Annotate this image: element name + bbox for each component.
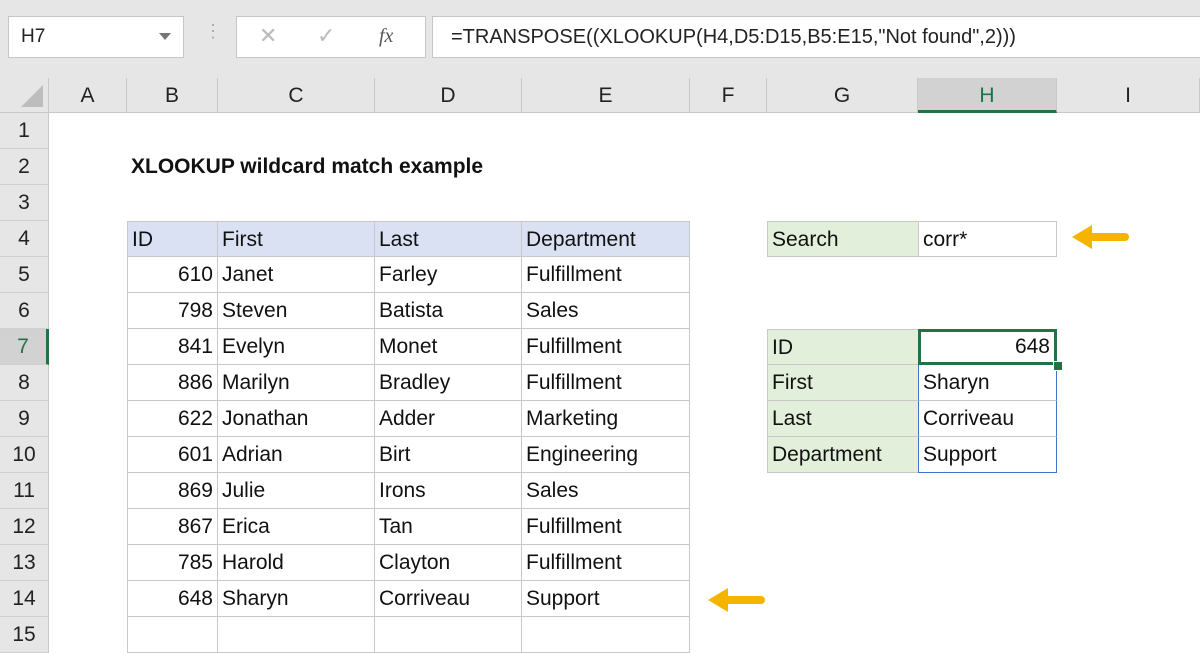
- table-cell[interactable]: 886: [127, 365, 218, 401]
- result-label: First: [767, 365, 918, 401]
- table-cell[interactable]: [375, 617, 522, 653]
- row-header-5[interactable]: 5: [0, 257, 49, 293]
- table-cell[interactable]: 622: [127, 401, 218, 437]
- table-cell[interactable]: [522, 617, 690, 653]
- table-cell[interactable]: Marilyn: [218, 365, 375, 401]
- table-cell[interactable]: Jonathan: [218, 401, 375, 437]
- result-value[interactable]: Support: [918, 437, 1057, 473]
- result-value[interactable]: Sharyn: [918, 365, 1057, 401]
- row-header-11[interactable]: 11: [0, 473, 49, 509]
- result-label: Last: [767, 401, 918, 437]
- table-cell[interactable]: [127, 617, 218, 653]
- row-header-12[interactable]: 12: [0, 509, 49, 545]
- table-cell[interactable]: Farley: [375, 257, 522, 293]
- column-header-g[interactable]: G: [767, 78, 918, 113]
- cancel-icon[interactable]: ✕: [259, 23, 277, 49]
- row-header-4[interactable]: 4: [0, 221, 49, 257]
- table-cell[interactable]: Support: [522, 581, 690, 617]
- table-cell[interactable]: Irons: [375, 473, 522, 509]
- table-cell[interactable]: 648: [127, 581, 218, 617]
- column-header-f[interactable]: F: [690, 78, 767, 113]
- insert-function-icon[interactable]: fx: [379, 25, 393, 48]
- table-cell[interactable]: Sales: [522, 473, 690, 509]
- search-input[interactable]: corr*: [918, 221, 1057, 257]
- row-header-2[interactable]: 2: [0, 149, 49, 185]
- table-cell[interactable]: Steven: [218, 293, 375, 329]
- result-value[interactable]: Corriveau: [918, 401, 1057, 437]
- table-cell[interactable]: Bradley: [375, 365, 522, 401]
- table-header-cell[interactable]: Department: [522, 221, 690, 257]
- table-cell[interactable]: [218, 617, 375, 653]
- table-header-cell[interactable]: ID: [127, 221, 218, 257]
- row-header-7[interactable]: 7: [0, 329, 49, 365]
- table-cell[interactable]: Fulfillment: [522, 329, 690, 365]
- table-cell[interactable]: Birt: [375, 437, 522, 473]
- row-header-15[interactable]: 15: [0, 617, 49, 653]
- column-header-e[interactable]: E: [522, 78, 690, 113]
- row-header-9[interactable]: 9: [0, 401, 49, 437]
- formula-buttons: ✕ ✓ fx: [236, 16, 426, 58]
- row-header-3[interactable]: 3: [0, 185, 49, 221]
- table-cell[interactable]: Monet: [375, 329, 522, 365]
- table-cell[interactable]: Adder: [375, 401, 522, 437]
- table-cell[interactable]: 867: [127, 509, 218, 545]
- table-cell[interactable]: Tan: [375, 509, 522, 545]
- column-header-d[interactable]: D: [375, 78, 522, 113]
- table-cell[interactable]: Adrian: [218, 437, 375, 473]
- row-header-6[interactable]: 6: [0, 293, 49, 329]
- fill-handle[interactable]: [1053, 361, 1063, 371]
- table-cell[interactable]: Fulfillment: [522, 545, 690, 581]
- column-header-h[interactable]: H: [918, 78, 1057, 113]
- result-label: Department: [767, 437, 918, 473]
- table-cell[interactable]: 841: [127, 329, 218, 365]
- row-header-1[interactable]: 1: [0, 113, 49, 149]
- table-header-cell[interactable]: Last: [375, 221, 522, 257]
- table-cell[interactable]: 601: [127, 437, 218, 473]
- table-cell[interactable]: Harold: [218, 545, 375, 581]
- result-label: ID: [767, 329, 918, 365]
- row-header-10[interactable]: 10: [0, 437, 49, 473]
- formula-input[interactable]: =TRANSPOSE((XLOOKUP(H4,D5:D15,B5:E15,"No…: [432, 16, 1200, 58]
- select-all-button[interactable]: [0, 78, 49, 113]
- arrow-left-icon: [708, 588, 765, 612]
- table-cell[interactable]: Clayton: [375, 545, 522, 581]
- table-cell[interactable]: Sales: [522, 293, 690, 329]
- table-cell[interactable]: 785: [127, 545, 218, 581]
- column-header-b[interactable]: B: [127, 78, 218, 113]
- row-header-8[interactable]: 8: [0, 365, 49, 401]
- drag-handle-icon[interactable]: ⋮: [204, 22, 222, 40]
- row-header-14[interactable]: 14: [0, 581, 49, 617]
- table-cell[interactable]: Evelyn: [218, 329, 375, 365]
- table-cell[interactable]: 869: [127, 473, 218, 509]
- table-cell[interactable]: Batista: [375, 293, 522, 329]
- formula-bar-area: H7 ⋮ ✕ ✓ fx =TRANSPOSE((XLOOKUP(H4,D5:D1…: [0, 0, 1200, 78]
- name-box-value: H7: [21, 26, 46, 47]
- name-box[interactable]: H7: [8, 16, 184, 58]
- active-cell[interactable]: 648: [918, 329, 1057, 365]
- table-cell[interactable]: Fulfillment: [522, 365, 690, 401]
- row-header-13[interactable]: 13: [0, 545, 49, 581]
- table-cell[interactable]: Erica: [218, 509, 375, 545]
- enter-icon[interactable]: ✓: [317, 23, 335, 49]
- sheet-title[interactable]: XLOOKUP wildcard match example: [127, 149, 627, 185]
- column-header-i[interactable]: I: [1057, 78, 1200, 113]
- table-cell[interactable]: Engineering: [522, 437, 690, 473]
- table-cell[interactable]: Sharyn: [218, 581, 375, 617]
- table-cell[interactable]: 798: [127, 293, 218, 329]
- chevron-down-icon[interactable]: [159, 33, 171, 40]
- table-cell[interactable]: Marketing: [522, 401, 690, 437]
- column-header-a[interactable]: A: [49, 78, 127, 113]
- table-cell[interactable]: Corriveau: [375, 581, 522, 617]
- table-cell[interactable]: Janet: [218, 257, 375, 293]
- arrow-left-icon: [1072, 225, 1129, 249]
- column-header-c[interactable]: C: [218, 78, 375, 113]
- table-cell[interactable]: 610: [127, 257, 218, 293]
- search-label: Search: [767, 221, 918, 257]
- table-header-cell[interactable]: First: [218, 221, 375, 257]
- table-cell[interactable]: Fulfillment: [522, 257, 690, 293]
- table-cell[interactable]: Julie: [218, 473, 375, 509]
- table-cell[interactable]: Fulfillment: [522, 509, 690, 545]
